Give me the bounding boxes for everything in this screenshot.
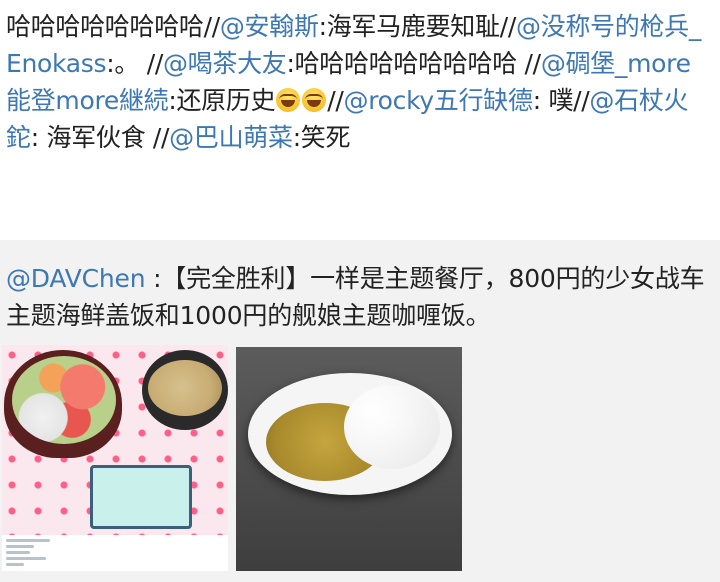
post-text-segment: : 海军伙食 // bbox=[30, 123, 170, 152]
post-text-segment: :笑死 bbox=[292, 123, 351, 152]
post-text: 哈哈哈哈哈哈哈哈//@安翰斯:海军马鹿要知耻//@没称号的枪兵_Enokass:… bbox=[6, 8, 706, 156]
post-text-segment: :海军马鹿要知耻// bbox=[318, 12, 517, 41]
post-text-segment: :哈哈哈哈哈哈哈哈哈 // bbox=[286, 49, 541, 78]
user-mention-link[interactable]: @rocky五行缺德 bbox=[344, 86, 533, 115]
curry-rice-photo[interactable] bbox=[236, 347, 462, 571]
repost-text: @DAVChen :【完全胜利】一样是主题餐厅，800円的少女战车主题海鲜盖饭和… bbox=[6, 260, 706, 334]
user-mention-link[interactable]: @安翰斯 bbox=[220, 12, 319, 41]
seafood-don-photo[interactable] bbox=[2, 345, 228, 571]
post-text-segment: :还原历史 bbox=[168, 86, 276, 115]
post-text-segment: 哈哈哈哈哈哈哈哈// bbox=[6, 12, 220, 41]
weibo-post: 哈哈哈哈哈哈哈哈//@安翰斯:海军马鹿要知耻//@没称号的枪兵_Enokass:… bbox=[0, 0, 720, 240]
post-text-segment: // bbox=[327, 86, 344, 115]
laughing-emoji-icon bbox=[276, 88, 301, 112]
receipt-card bbox=[2, 535, 228, 571]
repost-author-mention[interactable]: @DAVChen bbox=[6, 264, 146, 293]
reposted-weibo[interactable]: @DAVChen :【完全胜利】一样是主题餐厅，800円的少女战车主题海鲜盖饭和… bbox=[0, 240, 720, 582]
post-text-segment: :。 // bbox=[106, 49, 163, 78]
laughing-emoji-icon bbox=[302, 88, 327, 112]
user-mention-link[interactable]: @喝茶大友 bbox=[163, 49, 287, 78]
user-mention-link[interactable]: @巴山萌菜 bbox=[169, 123, 293, 152]
post-text-segment: : 噗// bbox=[532, 86, 590, 115]
